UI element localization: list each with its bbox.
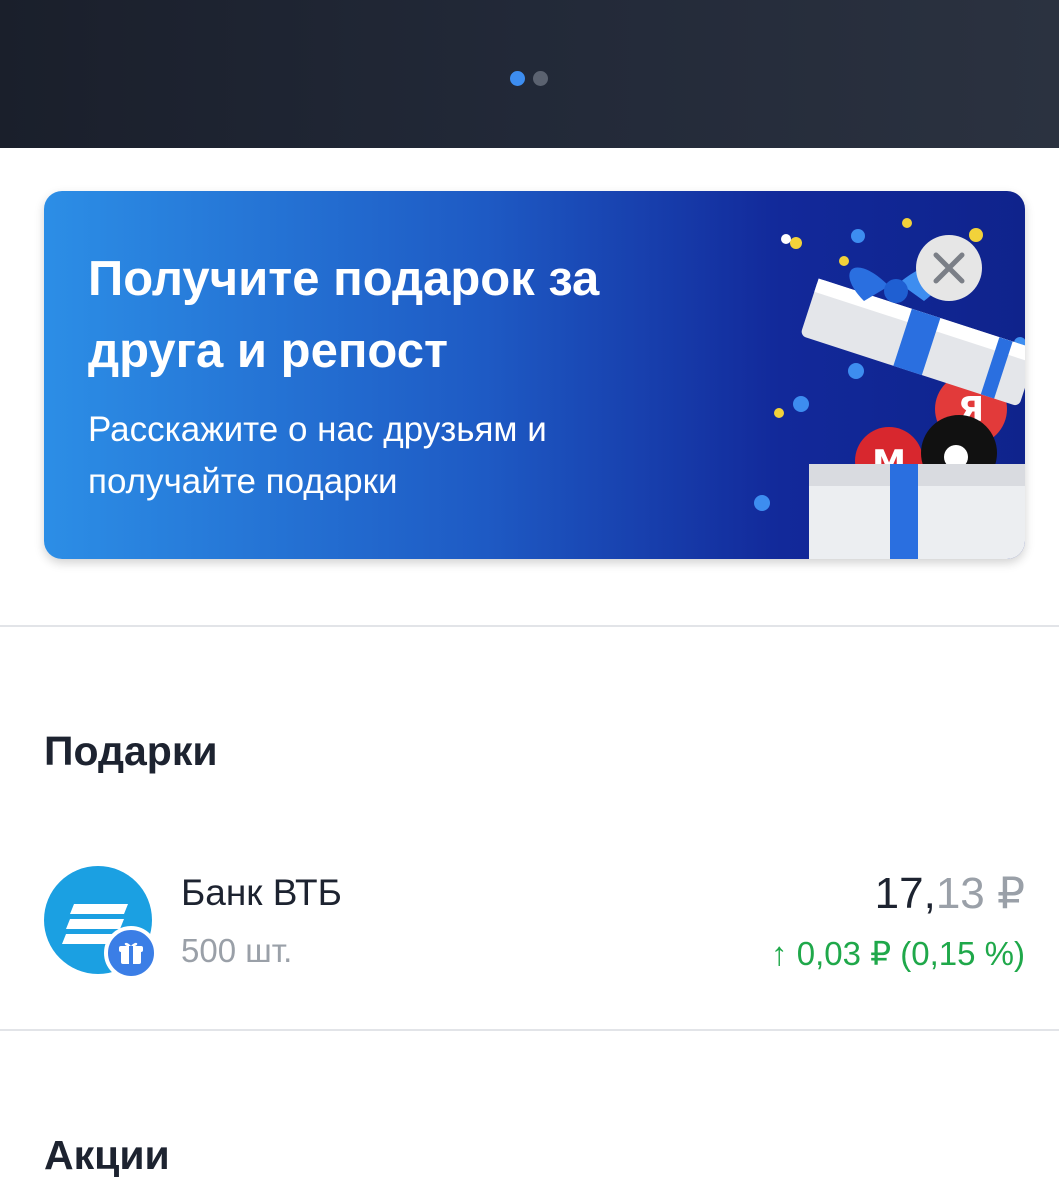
change-value: 0,03 ₽ (0,15 %): [796, 935, 1025, 972]
section-divider: [0, 1029, 1059, 1031]
asset-price: 17,13 ₽: [875, 868, 1025, 919]
top-banner-strip: [0, 0, 1059, 148]
gift-icon: [104, 926, 158, 980]
carousel-pager: [510, 71, 548, 86]
pager-dot[interactable]: [533, 71, 548, 86]
price-fraction: 13 ₽: [935, 869, 1025, 918]
gift-box-illustration: Я M: [754, 218, 1025, 559]
close-icon: [933, 252, 965, 284]
promo-banner[interactable]: Получите подарок за друга и репост Расск…: [44, 191, 1025, 559]
promo-close-button[interactable]: [916, 235, 982, 301]
arrow-up-icon: ↑: [771, 935, 788, 972]
promo-subtitle: Расскажите о нас друзьям и получайте под…: [88, 410, 547, 501]
asset-name: Банк ВТБ: [181, 872, 342, 913]
promo-title: Получите подарок за друга и репост: [88, 252, 600, 378]
gifts-heading: Подарки: [44, 728, 218, 774]
price-integer: 17,: [874, 869, 936, 918]
pager-dot-active[interactable]: [510, 71, 525, 86]
stocks-heading: Акции: [44, 1132, 170, 1178]
asset-quantity: 500 шт.: [181, 932, 293, 969]
section-divider: [0, 625, 1059, 627]
asset-change: ↑ 0,03 ₽ (0,15 %): [771, 934, 1025, 973]
gift-row-vtb[interactable]: Банк ВТБ 500 шт. 17,13 ₽ ↑ 0,03 ₽ (0,15 …: [0, 850, 1059, 980]
